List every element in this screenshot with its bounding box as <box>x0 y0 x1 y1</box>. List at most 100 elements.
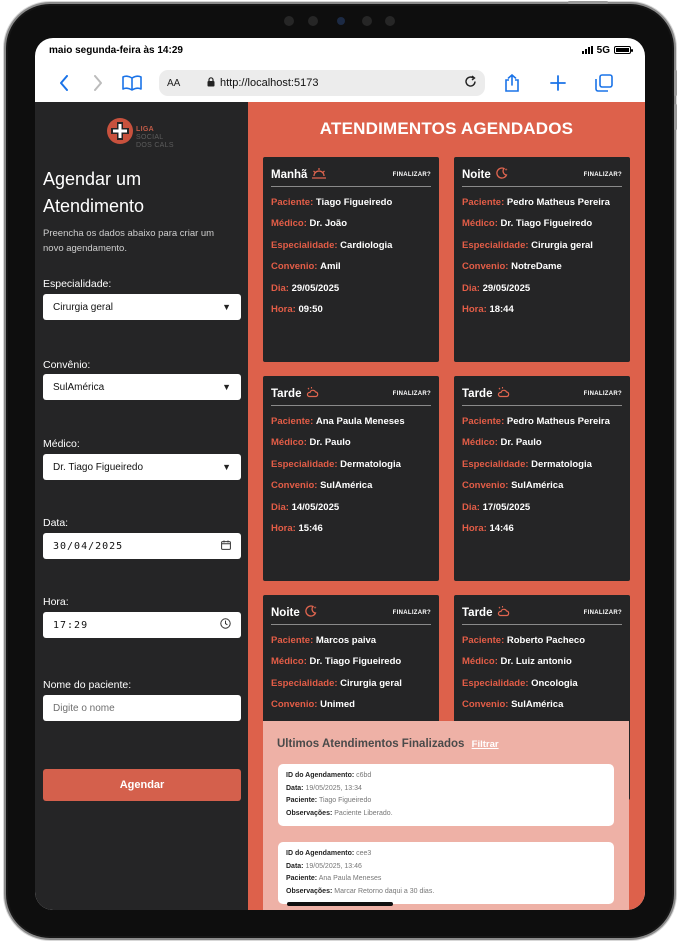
new-tab-icon[interactable] <box>541 68 575 98</box>
especialidade-select[interactable]: Cirurgia geral ▼ <box>43 294 241 320</box>
field-key: Paciente: <box>286 797 318 804</box>
finalizar-button[interactable]: FINALIZAR? <box>393 610 431 616</box>
status-time: maio segunda-feira às 14:29 <box>49 44 183 56</box>
lock-icon <box>207 76 215 90</box>
field-value: c6bd <box>356 772 372 779</box>
finalizar-button[interactable]: FINALIZAR? <box>393 391 431 397</box>
date-input[interactable]: 30/04/2025 <box>43 533 241 559</box>
card-field-medico: Médico: Dr. Tiago Figueiredo <box>462 217 622 230</box>
finished-appointment-card: ID do Agendamento: cee3 Data: 19/05/2025,… <box>278 842 614 904</box>
card-period: Noite <box>462 168 491 181</box>
card-header: Noite FINALIZAR? <box>271 601 431 625</box>
card-field-medico: Médico: Dr. Tiago Figueiredo <box>271 655 431 668</box>
card-field-especialidade: Especialidade: Cardiologia <box>271 239 431 252</box>
hora-label: Hora: <box>43 596 69 608</box>
field-key: Dia: <box>271 501 289 513</box>
card-field-especialidade: Especialidade: Dermatologia <box>462 458 622 471</box>
chevron-down-icon: ▼ <box>222 382 231 392</box>
field-key: Observações: <box>286 887 333 895</box>
convenio-label: Convênio: <box>43 359 91 371</box>
field-key: Convenio: <box>271 261 318 272</box>
field-value: Dr. Luiz antonio <box>500 656 572 667</box>
filter-link[interactable]: Filtrar <box>472 739 499 750</box>
finished-field-id: ID do Agendamento: cee3 <box>286 848 606 861</box>
medical-cross-logo-icon <box>107 118 133 144</box>
back-icon[interactable] <box>47 68 81 98</box>
appointment-card: Manhã FINALIZAR? Paciente: Tiago Figueired… <box>263 157 439 362</box>
card-field-paciente: Paciente: Pedro Matheus Pereira <box>462 415 622 428</box>
card-field-especialidade: Especialidade: Cirurgia geral <box>462 239 622 252</box>
finished-field-data: Data: 19/05/2025, 13:34 <box>286 783 606 796</box>
card-field-medico: Médico: Dr. João <box>271 217 431 230</box>
chevron-down-icon: ▼ <box>222 302 231 312</box>
field-value: 18:44 <box>489 304 514 315</box>
field-value: Oncologia <box>531 677 578 689</box>
card-period: Tarde <box>462 606 493 619</box>
tabs-overview-icon[interactable] <box>587 68 621 98</box>
field-key: Convenio: <box>271 480 318 491</box>
field-key: Hora: <box>462 523 487 534</box>
field-value: 17/05/2025 <box>482 501 531 513</box>
field-value: Dr. Paulo <box>309 437 351 448</box>
status-indicators: 5G <box>581 45 633 56</box>
share-icon[interactable] <box>495 68 529 98</box>
field-key: Especialidade: <box>271 677 338 689</box>
url-text[interactable]: http://localhost:5173 <box>220 77 464 89</box>
card-field-paciente: Paciente: Pedro Matheus Pereira <box>462 196 622 209</box>
field-key: Especialidade: <box>271 239 338 251</box>
finished-appointments-panel: Ultimos Atendimentos Finalizados Filtrar… <box>263 721 629 910</box>
patient-name-input[interactable]: Digite o nome <box>43 695 241 721</box>
field-value: 09:50 <box>298 304 323 315</box>
card-header: Noite FINALIZAR? <box>462 163 622 187</box>
finished-field-paciente: Paciente: Tiago Figueiredo <box>286 795 606 808</box>
forward-icon[interactable] <box>81 68 115 98</box>
finalizar-button[interactable]: FINALIZAR? <box>393 172 431 178</box>
appointment-card: Noite FINALIZAR? Paciente: Pedro Matheus P… <box>454 157 630 362</box>
field-key: Dia: <box>462 282 480 294</box>
field-value: 19/05/2025, 13:34 <box>305 784 362 792</box>
finalizar-button[interactable]: FINALIZAR? <box>584 172 622 178</box>
reader-aa-button[interactable]: AA <box>167 78 207 89</box>
brand-line1: LIGA <box>136 126 154 133</box>
card-field-convenio: Convenio: Amil <box>271 260 431 273</box>
front-camera <box>337 17 345 25</box>
card-field-especialidade: Especialidade: Oncologia <box>462 677 622 690</box>
volume-down-button <box>674 104 677 130</box>
finalizar-button[interactable]: FINALIZAR? <box>584 610 622 616</box>
field-key: Médico: <box>271 218 307 229</box>
time-input[interactable]: 17:29 <box>43 612 241 638</box>
sensor-dot <box>308 16 318 26</box>
card-field-hora: Hora: 15:46 <box>271 522 431 535</box>
field-key: Especialidade: <box>462 239 529 251</box>
agendar-button[interactable]: Agendar <box>43 769 241 801</box>
convenio-select[interactable]: SulAmérica ▼ <box>43 374 241 400</box>
field-key: Hora: <box>462 304 487 315</box>
field-value: Dr. Tiago Figueiredo <box>309 656 402 667</box>
moon-icon <box>496 167 508 182</box>
home-indicator <box>287 902 393 906</box>
address-bar[interactable]: AA http://localhost:5173 <box>159 70 485 96</box>
field-value: Tiago Figueiredo <box>315 196 393 208</box>
reload-icon[interactable] <box>464 75 477 91</box>
field-value: Pedro Matheus Pereira <box>506 415 610 427</box>
appointments-panel: ATENDIMENTOS AGENDADOS Manhã FINALIZAR? Pa… <box>248 102 645 910</box>
field-value: Marcar Retorno daqui a 30 dias. <box>334 887 435 895</box>
card-field-medico: Médico: Dr. Luiz antonio <box>462 655 622 668</box>
brand-wordmark: LIGA SOCIAL DOS CALS <box>136 126 174 150</box>
field-key: Convenio: <box>271 699 318 710</box>
field-key: Médico: <box>462 656 498 667</box>
finished-title-row: Ultimos Atendimentos Finalizados Filtrar <box>277 738 499 750</box>
field-value: Ana Paula Meneses <box>315 415 405 427</box>
medico-select[interactable]: Dr. Tiago Figueiredo ▼ <box>43 454 241 480</box>
card-field-hora: Hora: 18:44 <box>462 303 622 316</box>
card-field-especialidade: Especialidade: Cirurgia geral <box>271 677 431 690</box>
calendar-icon[interactable] <box>221 540 231 553</box>
clock-icon[interactable] <box>220 618 231 632</box>
finalizar-button[interactable]: FINALIZAR? <box>584 391 622 397</box>
field-key: Especialidade: <box>462 458 529 470</box>
bookmarks-icon[interactable] <box>115 68 149 98</box>
field-key: Hora: <box>271 523 296 534</box>
card-field-convenio: Convenio: Unimed <box>271 698 431 711</box>
appointments-title: ATENDIMENTOS AGENDADOS <box>319 119 574 138</box>
card-field-paciente: Paciente: Roberto Pacheco <box>462 634 622 647</box>
